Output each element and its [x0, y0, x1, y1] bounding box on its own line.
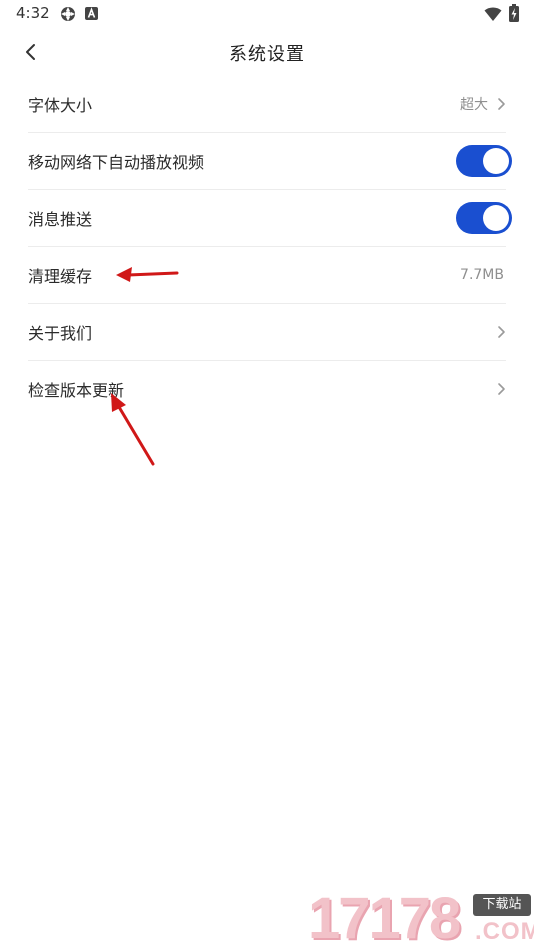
status-time: 4:32	[16, 4, 50, 22]
cache-size-value: 7.7MB	[460, 267, 504, 283]
gear-icon	[61, 7, 75, 21]
setting-push: 消息推送	[28, 190, 512, 247]
battery-charging-icon	[509, 4, 519, 22]
setting-font-size[interactable]: 字体大小 超大	[28, 76, 506, 133]
autoplay-toggle[interactable]	[456, 145, 512, 177]
settings-list: 字体大小 超大 移动网络下自动播放视频 消息推送 清理缓存 7.7MB 关于我们	[28, 76, 512, 417]
push-label: 消息推送	[28, 210, 93, 229]
autoplay-label: 移动网络下自动播放视频	[28, 153, 205, 172]
status-bar: 4:32	[0, 0, 534, 28]
font-size-label: 字体大小	[28, 96, 93, 115]
wifi-icon	[484, 7, 502, 21]
toggle-knob	[483, 205, 509, 231]
watermark-domain: .COM	[475, 918, 534, 945]
font-size-value: 超大	[460, 97, 488, 113]
check-update-label: 检查版本更新	[28, 381, 125, 400]
chevron-right-icon	[498, 326, 505, 338]
watermark-tag: 下载站	[473, 894, 531, 916]
setting-clear-cache[interactable]: 清理缓存 7.7MB	[28, 247, 506, 304]
chevron-right-icon	[498, 383, 505, 395]
chevron-right-icon	[498, 98, 505, 110]
page-title: 系统设置	[229, 44, 305, 65]
watermark-digits: 17178	[308, 886, 461, 951]
setting-check-update[interactable]: 检查版本更新	[28, 361, 506, 417]
toggle-knob	[483, 148, 509, 174]
a-letter-icon	[85, 7, 98, 20]
about-label: 关于我们	[28, 324, 93, 343]
app-header: 系统设置	[0, 32, 534, 76]
setting-autoplay: 移动网络下自动播放视频	[28, 133, 512, 190]
setting-about[interactable]: 关于我们	[28, 304, 506, 361]
push-toggle[interactable]	[456, 202, 512, 234]
clear-cache-label: 清理缓存	[28, 267, 93, 286]
